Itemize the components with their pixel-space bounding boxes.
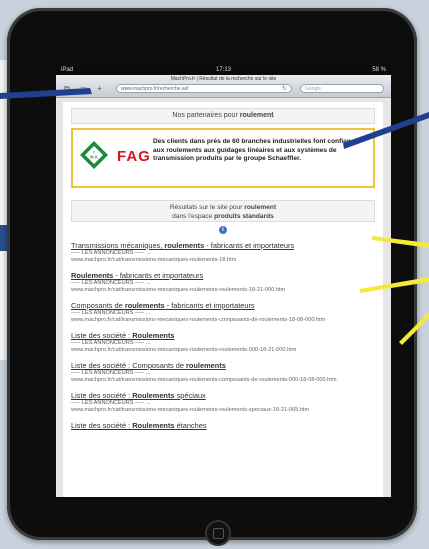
result-title-link[interactable]: Liste des société : Roulements spéciaux (71, 391, 375, 400)
page-title: MachPro.fr | Résultat de la recherche su… (170, 76, 277, 82)
bookmarks-icon[interactable]: ▭ (80, 84, 88, 93)
result-item: Transmissions mécaniques, roulements - f… (71, 241, 375, 264)
partners-heading-keyword: roulement (239, 112, 274, 119)
results-heading-keyword: roulement (244, 204, 277, 211)
result-url[interactable]: www.machpro.fr/cat/transmissions-mecaniq… (71, 287, 375, 294)
partner-description: Des clients dans près de 60 branches ind… (153, 138, 359, 162)
ina-logo-icon: I N A (80, 141, 108, 169)
search-input[interactable]: Google (300, 84, 384, 93)
result-item: Liste des société : Roulements ----- LES … (71, 331, 375, 354)
result-title-keyword: roulements (124, 301, 165, 310)
result-url[interactable]: www.machpro.fr/cat/transmissions-mecaniq… (71, 407, 375, 414)
result-title-keyword: Roulements (132, 391, 175, 400)
result-item: Composants de roulements - fabricants et… (71, 301, 375, 324)
result-title-suffix: - fabricants et importateurs (164, 301, 255, 310)
partners-heading-prefix: Nos partenaires pour (172, 112, 238, 119)
result-title-prefix: Composants de (71, 301, 125, 310)
svg-text:N A: N A (90, 155, 98, 160)
result-title-suffix: - fabricants et importateurs (204, 241, 295, 250)
result-url[interactable]: www.machpro.fr/cat/transmissions-mecaniq… (71, 257, 375, 264)
result-title-link[interactable]: Liste des société : Composants de roulem… (71, 361, 375, 370)
result-title-link[interactable]: Transmissions mécaniques, roulements - f… (71, 241, 375, 250)
result-advertisers: ----- LES ANNONCEURS ----- ... (71, 250, 151, 256)
result-advertisers: ----- LES ANNONCEURS ----- ... (71, 400, 151, 406)
reload-icon[interactable]: ↻ (282, 85, 287, 94)
result-url[interactable]: www.machpro.fr/cat/transmissions-mecaniq… (71, 317, 375, 324)
url-bar[interactable]: www.machpro.fr/recherche.asf ↻ (116, 84, 292, 93)
result-title-prefix: Liste des société : (71, 331, 133, 340)
result-title-link[interactable]: Composants de roulements - fabricants et… (71, 301, 375, 310)
result-advertisers: ----- LES ANNONCEURS ----- ... (71, 280, 151, 286)
result-title-prefix: Transmissions mécaniques, (71, 241, 165, 250)
result-title-suffix: étanches (174, 421, 207, 430)
ipad-screen: iPad 17:13 58 % MachPro.fr | Résultat de… (56, 65, 391, 497)
pages-icon[interactable]: ⧉ (64, 84, 70, 93)
result-advertisers: ----- LES ANNONCEURS ----- ... (71, 340, 151, 346)
results-heading-space: produits standards (214, 213, 274, 220)
results-heading-prefix: Résultats sur le site pour (169, 204, 243, 211)
result-title-link[interactable]: Roulements - fabricants et importateurs (71, 271, 375, 280)
result-title-prefix: Liste des société : (71, 391, 133, 400)
fag-logo: FAG (117, 148, 151, 165)
info-icon[interactable]: i (219, 226, 227, 234)
result-advertisers: ----- LES ANNONCEURS ----- ... (71, 310, 151, 316)
result-title-suffix: - fabricants et importateurs (113, 271, 204, 280)
result-item: Liste des société : Roulements étanches (71, 421, 375, 430)
result-title-prefix: Liste des société : Composants de (71, 361, 187, 370)
result-title-prefix: Liste des société : (71, 421, 133, 430)
results-heading-space-prefix: dans l'espace (172, 213, 213, 220)
url-text: www.machpro.fr/recherche.asf (121, 86, 189, 92)
result-item: Liste des société : Composants de roulem… (71, 361, 375, 384)
results-heading: Résultats sur le site pour roulement dan… (71, 200, 375, 222)
result-title-suffix: spéciaux (174, 391, 206, 400)
result-url[interactable]: www.machpro.fr/cat/transmissions-mecaniq… (71, 347, 375, 354)
result-title-keyword: roulements (186, 361, 226, 370)
clock: 17:13 (215, 67, 231, 73)
result-title-link[interactable]: Liste des société : Roulements (71, 331, 375, 340)
result-title-keyword: Roulements (132, 331, 175, 340)
battery-level: 58 % (372, 67, 386, 73)
result-item: Roulements - fabricants et importateurs -… (71, 271, 375, 294)
result-url[interactable]: www.machpro.fr/cat/transmissions-mecaniq… (71, 377, 375, 384)
result-title-link[interactable]: Liste des société : Roulements étanches (71, 421, 375, 430)
add-icon[interactable]: + (97, 84, 102, 93)
result-title-keyword: Roulements (132, 421, 175, 430)
result-advertisers: ----- LES ANNONCEURS ----- ... (71, 370, 151, 376)
web-content: Nos partenaires pour roulement I N A FAG… (56, 98, 391, 497)
result-item: Liste des société : Roulements spéciaux -… (71, 391, 375, 414)
result-title-keyword: Roulements (71, 271, 114, 280)
partner-ad[interactable]: I N A FAG Des clients dans près de 60 br… (71, 128, 375, 188)
result-title-keyword: roulements (164, 241, 205, 250)
home-button[interactable] (205, 520, 231, 546)
results-list: Transmissions mécaniques, roulements - f… (71, 241, 375, 430)
page-body: Nos partenaires pour roulement I N A FAG… (63, 102, 383, 497)
status-bar: iPad 17:13 58 % (56, 65, 391, 75)
partners-heading: Nos partenaires pour roulement (71, 108, 375, 124)
browser-toolbar: MachPro.fr | Résultat de la recherche su… (56, 75, 391, 98)
